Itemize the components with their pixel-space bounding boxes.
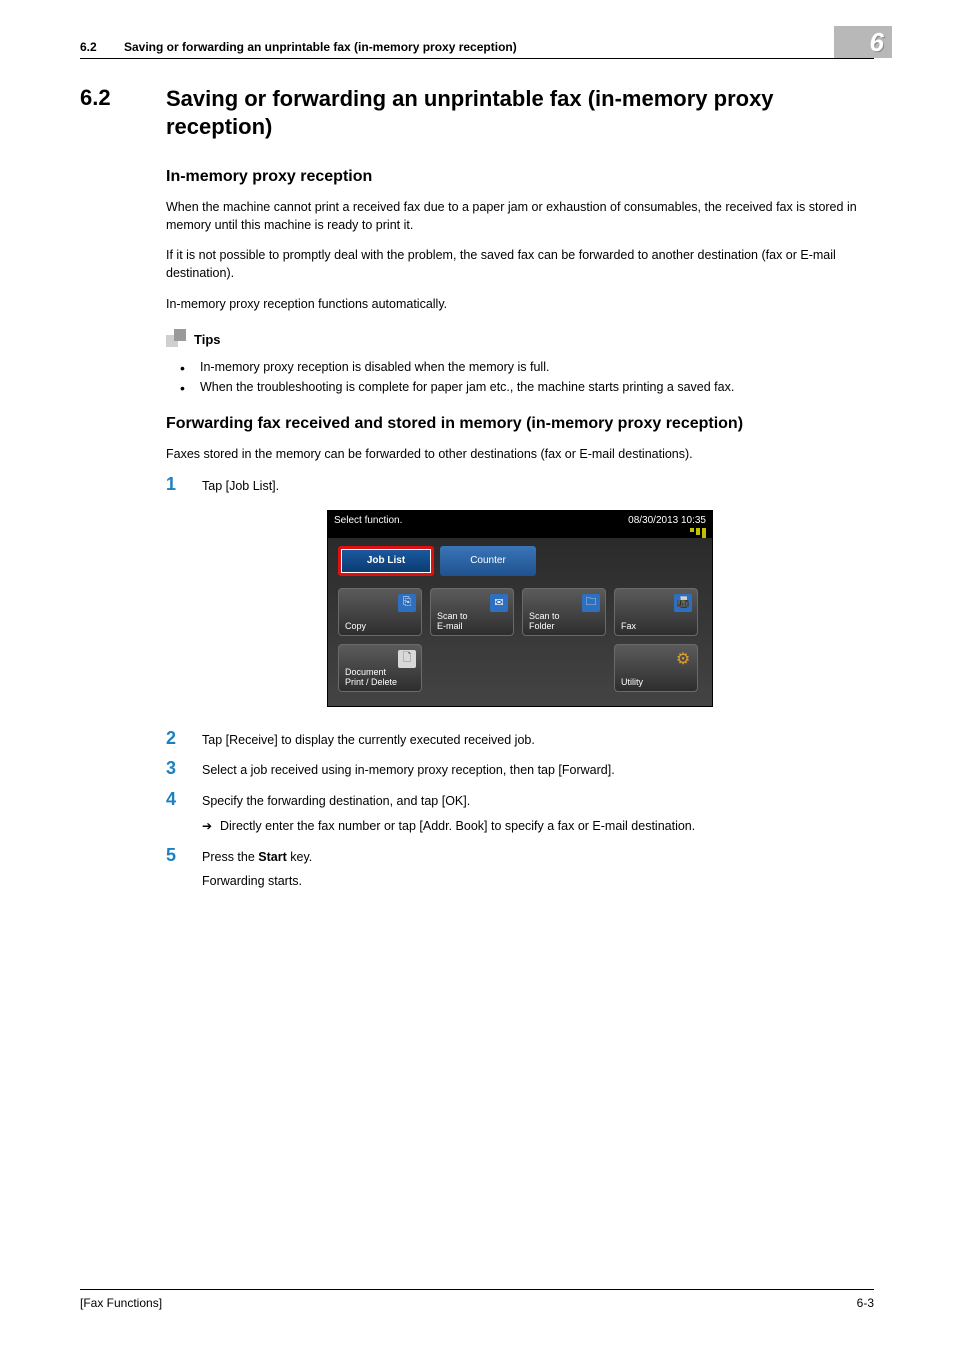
paragraph: Faxes stored in the memory can be forwar…: [166, 445, 874, 463]
tips-label: Tips: [194, 332, 221, 347]
chapter-badge: 6: [834, 26, 892, 58]
footer-right: 6-3: [857, 1296, 874, 1310]
paragraph: When the machine cannot print a received…: [166, 198, 874, 234]
gear-icon: ⚙: [674, 650, 692, 668]
paragraph: If it is not possible to promptly deal w…: [166, 246, 874, 282]
step-2: 2 Tap [Receive] to display the currently…: [166, 729, 874, 750]
section-num: 6.2: [80, 85, 166, 140]
step-number: 5: [166, 846, 202, 892]
joblist-tab[interactable]: Job List: [338, 546, 434, 576]
screen-datetime: 08/30/2013 10:35: [628, 515, 706, 526]
step-text: Select a job received using in-memory pr…: [202, 759, 874, 780]
subsection-heading-proxy: In-memory proxy reception: [166, 168, 874, 186]
scan-to-email-button[interactable]: ✉Scan to E-mail: [430, 588, 514, 636]
section-title: Saving or forwarding an unprintable fax …: [166, 85, 874, 140]
tips-list: In-memory proxy reception is disabled wh…: [166, 357, 874, 397]
step-number: 3: [166, 759, 202, 780]
chapter-number: 6: [870, 27, 884, 58]
runhead-section-num: 6.2: [80, 40, 124, 54]
counter-tab[interactable]: Counter: [440, 546, 536, 576]
step-tail: Forwarding starts.: [202, 872, 874, 891]
step-text: Specify the forwarding destination, and …: [202, 790, 874, 836]
footer-left: [Fax Functions]: [80, 1296, 162, 1310]
document-icon: 🗋: [398, 650, 416, 668]
scan-to-folder-button[interactable]: 🗀Scan to Folder: [522, 588, 606, 636]
tips-icon: [166, 329, 188, 351]
signal-icon: [690, 528, 706, 538]
tips-header: Tips: [166, 329, 874, 351]
screen-prompt: Select function.: [334, 515, 402, 526]
step-1: 1 Tap [Job List].: [166, 475, 874, 496]
device-screenshot: Select function. 08/30/2013 10:35 Job Li…: [327, 510, 713, 707]
tips-item: In-memory proxy reception is disabled wh…: [166, 357, 874, 377]
running-header: 6.2 Saving or forwarding an unprintable …: [80, 40, 874, 59]
step-text: Tap [Receive] to display the currently e…: [202, 729, 874, 750]
page-footer: [Fax Functions] 6-3: [80, 1289, 874, 1310]
section-heading: 6.2 Saving or forwarding an unprintable …: [80, 85, 874, 140]
document-print-delete-button[interactable]: 🗋Document Print / Delete: [338, 644, 422, 692]
step-5: 5 Press the Start key. Forwarding starts…: [166, 846, 874, 892]
step-4: 4 Specify the forwarding destination, an…: [166, 790, 874, 836]
fax-icon: 📠: [674, 594, 692, 612]
fax-button[interactable]: 📠Fax: [614, 588, 698, 636]
step-number: 1: [166, 475, 202, 496]
runhead-title: Saving or forwarding an unprintable fax …: [124, 40, 874, 54]
step-subitem: Directly enter the fax number or tap [Ad…: [202, 817, 874, 836]
step-text: Press the Start key. Forwarding starts.: [202, 846, 874, 892]
step-text: Tap [Job List].: [202, 475, 874, 496]
copy-button[interactable]: ⎘Copy: [338, 588, 422, 636]
copy-icon: ⎘: [398, 594, 416, 612]
email-icon: ✉: [490, 594, 508, 612]
tips-item: When the troubleshooting is complete for…: [166, 377, 874, 397]
subsection-heading-forwarding: Forwarding fax received and stored in me…: [166, 415, 874, 433]
step-3: 3 Select a job received using in-memory …: [166, 759, 874, 780]
step-number: 2: [166, 729, 202, 750]
folder-icon: 🗀: [582, 594, 600, 612]
utility-button[interactable]: ⚙Utility: [614, 644, 698, 692]
paragraph: In-memory proxy reception functions auto…: [166, 295, 874, 313]
step-number: 4: [166, 790, 202, 836]
